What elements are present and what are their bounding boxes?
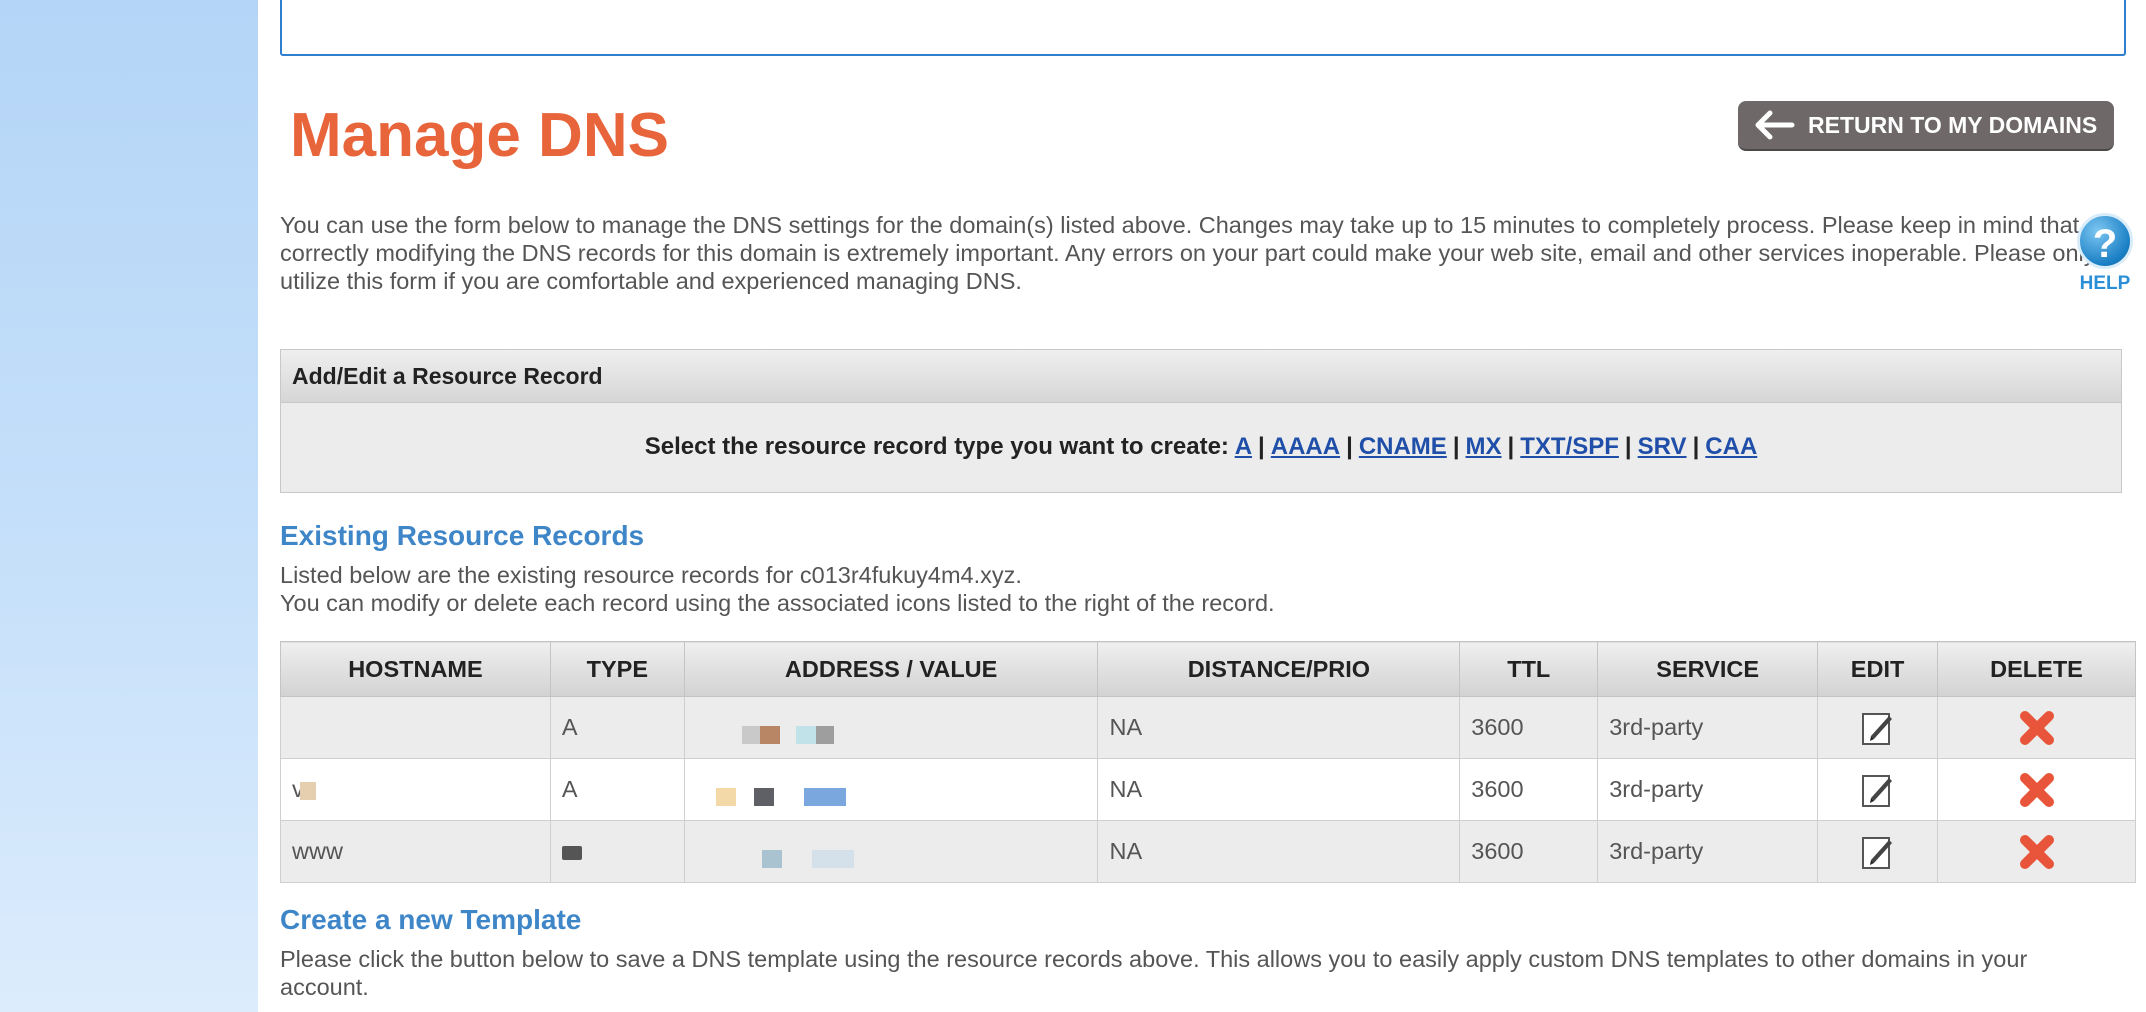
redacted-value: [741, 720, 834, 744]
existing-records-line2: You can modify or delete each record usi…: [280, 590, 1275, 616]
cell-type: [549, 820, 685, 883]
template-title: Create a new Template: [280, 904, 582, 935]
table-row: www NA 3600 3rd-party: [280, 820, 2136, 883]
cell-service: 3rd-party: [1597, 758, 1819, 821]
record-type-link-txt-spf[interactable]: TXT/SPF: [1520, 433, 1619, 460]
cell-distance: NA: [1097, 820, 1461, 883]
cell-ttl: 3600: [1459, 820, 1599, 883]
record-type-link-aaaa[interactable]: AAAA: [1271, 433, 1340, 460]
delete-x-icon[interactable]: [2017, 832, 2057, 872]
cell-edit: [1817, 758, 1939, 821]
help-label: HELP: [2079, 273, 2131, 294]
existing-records-line1: Listed below are the existing resource r…: [280, 562, 1022, 588]
record-type-link-srv[interactable]: SRV: [1638, 433, 1687, 460]
edit-pencil-icon[interactable]: [1861, 772, 1895, 808]
panel-header: Add/Edit a Resource Record: [281, 350, 2121, 403]
redacted-value: [761, 844, 854, 868]
add-record-panel: Add/Edit a Resource Record Select the re…: [280, 349, 2122, 493]
arrow-left-icon: [1755, 110, 1795, 140]
col-address: ADDRESS / VALUE: [683, 641, 1099, 697]
template-desc: Please click the button below to save a …: [280, 946, 2028, 1000]
domain-list-box: [280, 0, 2126, 56]
main-content: Manage DNS RETURN TO MY DOMAINS You can …: [258, 0, 2146, 1012]
cell-hostname: [280, 696, 551, 759]
cell-edit: [1817, 696, 1939, 759]
delete-x-icon[interactable]: [2017, 770, 2057, 810]
cell-service: 3rd-party: [1597, 696, 1819, 759]
records-table: HOSTNAME TYPE ADDRESS / VALUE DISTANCE/P…: [280, 641, 2136, 883]
cell-delete: [1937, 696, 2136, 759]
cell-delete: [1937, 758, 2136, 821]
col-delete: DELETE: [1937, 641, 2136, 697]
return-button-label: RETURN TO MY DOMAINS: [1808, 111, 2098, 138]
redacted-hostname: [299, 781, 316, 800]
cell-delete: [1937, 820, 2136, 883]
col-distance: DISTANCE/PRIO: [1097, 641, 1461, 697]
record-type-link-a[interactable]: A: [1235, 433, 1252, 460]
col-hostname: HOSTNAME: [280, 641, 551, 697]
table-row: A NA 3600 3rd-party: [280, 696, 2136, 759]
return-to-domains-button[interactable]: RETURN TO MY DOMAINS: [1738, 101, 2114, 151]
cell-hostname: www: [280, 820, 551, 883]
cell-distance: NA: [1097, 696, 1461, 759]
record-type-link-mx[interactable]: MX: [1466, 433, 1502, 460]
edit-pencil-icon[interactable]: [1861, 710, 1895, 746]
intro-text: You can use the form below to manage the…: [280, 212, 2096, 294]
delete-x-icon[interactable]: [2017, 708, 2057, 748]
col-edit: EDIT: [1817, 641, 1939, 697]
record-type-link-cname[interactable]: CNAME: [1359, 433, 1447, 460]
help-icon: ?: [2077, 213, 2133, 269]
cell-type: A: [549, 758, 685, 821]
table-header-row: HOSTNAME TYPE ADDRESS / VALUE DISTANCE/P…: [280, 641, 2136, 697]
cell-service: 3rd-party: [1597, 820, 1819, 883]
col-ttl: TTL: [1459, 641, 1599, 697]
cell-hostname: v: [280, 758, 551, 821]
record-type-selector: Select the resource record type you want…: [644, 433, 1758, 460]
left-sidebar: [0, 0, 258, 1012]
page-title: Manage DNS: [290, 101, 669, 170]
col-type: TYPE: [549, 641, 685, 697]
cell-ttl: 3600: [1459, 758, 1599, 821]
existing-records-title: Existing Resource Records: [280, 520, 645, 551]
edit-pencil-icon[interactable]: [1861, 834, 1895, 870]
cell-address-redacted: [683, 696, 1099, 759]
record-type-prompt: Select the resource record type you want…: [644, 433, 1229, 460]
cell-ttl: 3600: [1459, 696, 1599, 759]
cell-address-redacted: [683, 820, 1099, 883]
redacted-value: [715, 782, 846, 806]
cell-edit: [1817, 820, 1939, 883]
redacted-type: [561, 845, 582, 860]
cell-type: A: [549, 696, 685, 759]
cell-address-redacted: [683, 758, 1099, 821]
table-row: v A NA 3600 3rd-party: [280, 758, 2136, 821]
record-type-link-caa[interactable]: CAA: [1705, 433, 1757, 460]
cell-distance: NA: [1097, 758, 1461, 821]
help-link[interactable]: ? HELP: [2070, 213, 2140, 295]
col-service: SERVICE: [1597, 641, 1819, 697]
